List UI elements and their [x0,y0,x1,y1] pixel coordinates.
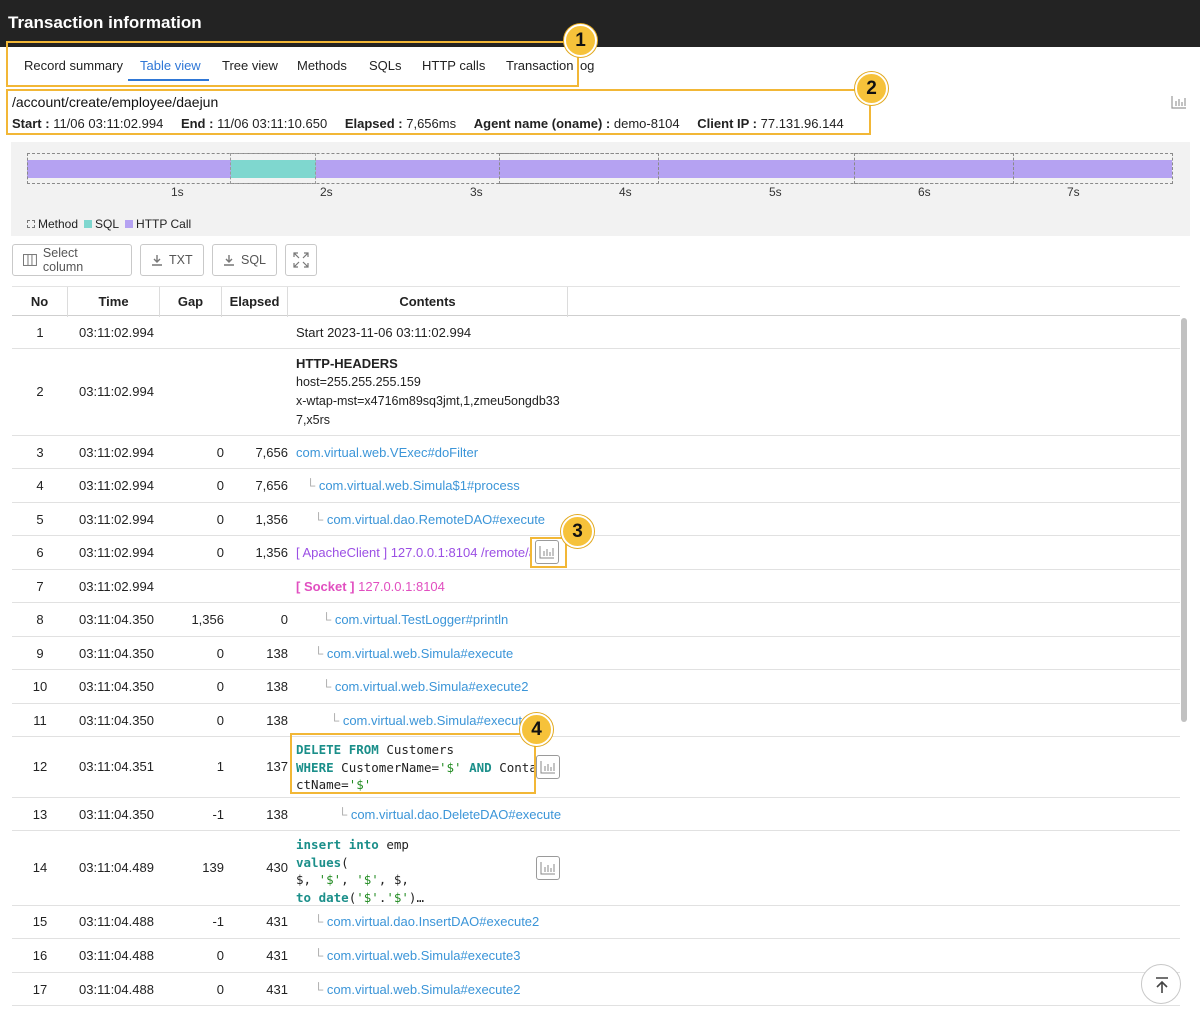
expand-icon [293,252,309,268]
expand-button[interactable] [285,244,317,276]
chart-icon [540,862,555,875]
window-title: Transaction information [8,13,202,32]
tab-transaction-log[interactable]: Transaction log [506,58,594,73]
table-row[interactable]: 17 03:11:04.488 0 431 └ com.virtual.web.… [12,973,1180,1006]
method-link: com.virtual.web.Simula#execute3 [342,713,537,728]
tab-sqls[interactable]: SQLs [369,58,402,73]
table-row[interactable]: 11 03:11:04.350 0 138 └ com.virtual.web.… [12,704,1180,737]
tab-methods[interactable]: Methods [297,58,347,73]
col-no[interactable]: No [12,287,68,317]
arrow-up-icon [1156,977,1168,993]
timeline-tick: 4s [619,185,632,199]
method-span[interactable] [499,153,659,184]
method-link: com.virtual.dao.DeleteDAO#execute [350,807,562,822]
timeline-panel: 1s 2s 3s 4s 5s 6s 7s Method SQL HTTP Cal… [11,142,1190,236]
vertical-scrollbar[interactable] [1181,318,1187,722]
table-row[interactable]: 5 03:11:02.994 0 1,356 └ com.virtual.dao… [12,503,1180,536]
method-link: com.virtual.web.Simula#execute2 [334,679,529,694]
method-link: com.virtual.web.Simula$1#process [318,478,520,493]
client-ip-label: Client IP : [697,116,757,131]
transaction-path: /account/create/employee/daejun [12,94,219,110]
timeline-tick: 1s [171,185,184,199]
timeline-legend: Method SQL HTTP Call [27,217,191,231]
table-row[interactable]: 10 03:11:04.350 0 138 └ com.virtual.web.… [12,670,1180,704]
download-txt-button[interactable]: TXT [140,244,204,276]
tab-tree-view[interactable]: Tree view [222,58,278,73]
table-row[interactable]: 4 03:11:02.994 0 7,656 └ com.virtual.web… [12,469,1180,503]
timeline-tick: 3s [470,185,483,199]
callout-badge: 3 [561,515,594,548]
method-link: com.virtual.TestLogger#println [334,612,509,627]
end-value: 11/06 03:11:10.650 [217,116,328,131]
chart-icon [539,546,554,559]
method-span[interactable] [854,153,1014,184]
table-row[interactable]: 1 03:11:02.994 Start 2023-11-06 03:11:02… [12,316,1180,349]
method-link: com.virtual.web.Simula#execute3 [326,948,521,963]
tab-bar: Record summary Table view Tree view Meth… [0,47,1200,85]
transaction-summary: Start : 11/06 03:11:02.994 End : 11/06 0… [12,116,844,131]
method-link: com.virtual.web.Simula#execute2 [326,982,521,997]
timeline-tick: 5s [769,185,782,199]
col-time[interactable]: Time [68,287,160,317]
row-chart-button[interactable] [536,755,560,779]
method-link: com.virtual.dao.InsertDAO#execute2 [326,914,540,929]
method-link[interactable]: com.virtual.web.VExec#doFilter [296,445,586,460]
table-row[interactable]: 6 03:11:02.994 0 1,356 [ ApacheClient ] … [12,536,1180,570]
col-elapsed[interactable]: Elapsed [222,287,288,317]
timeline-tick: 7s [1067,185,1080,199]
table-row[interactable]: 13 03:11:04.350 -1 138 └ com.virtual.dao… [12,798,1180,831]
download-icon [223,255,234,266]
table-row[interactable]: 7 03:11:02.994 [ Socket ] 127.0.0.1:8104 [12,570,1180,603]
agent-value: demo-8104 [613,116,680,131]
col-gap[interactable]: Gap [160,287,222,317]
callout-badge: 2 [855,72,888,105]
end-label: End : [180,116,214,131]
columns-icon [23,254,37,266]
chart-icon [540,761,555,774]
start-value: 11/06 03:11:02.994 [53,116,164,131]
sql-statement[interactable]: insert into emp values( $, '$', '$', $, … [296,836,536,906]
agent-label: Agent name (oname) : [473,116,611,131]
table-row[interactable]: 3 03:11:02.994 0 7,656 com.virtual.web.V… [12,436,1180,469]
table-row[interactable]: 16 03:11:04.488 0 431 └ com.virtual.web.… [12,939,1180,973]
select-column-button[interactable]: Select column [12,244,132,276]
callout-badge: 1 [564,24,597,57]
socket-entry[interactable]: [ Socket ] 127.0.0.1:8104 [296,579,586,594]
tab-record-summary[interactable]: Record summary [24,58,123,73]
chart-icon[interactable] [1171,95,1187,109]
callout-badge: 4 [520,713,553,746]
row-chart-button[interactable] [536,856,560,880]
legend-method: Method [27,217,78,231]
table-row[interactable]: 15 03:11:04.488 -1 431 └ com.virtual.dao… [12,906,1180,939]
legend-http: HTTP Call [125,217,191,231]
elapsed-value: 7,656ms [406,116,457,131]
download-icon [152,255,162,266]
title-bar: Transaction information [0,0,1200,47]
method-link: com.virtual.dao.RemoteDAO#execute [326,512,546,527]
table-row[interactable]: 14 03:11:04.489 139 430 insert into emp … [12,831,1180,906]
method-span[interactable] [230,153,316,184]
tab-http-calls[interactable]: HTTP calls [422,58,485,73]
legend-sql: SQL [84,217,119,231]
start-label: Start : [12,116,50,131]
col-contents[interactable]: Contents [288,287,568,317]
timeline-tick: 6s [918,185,931,199]
scroll-to-top-button[interactable] [1141,964,1181,1004]
timeline-tick: 2s [320,185,333,199]
table-row[interactable]: 8 03:11:04.350 1,356 0 └ com.virtual.Tes… [12,603,1180,637]
download-sql-button[interactable]: SQL [212,244,277,276]
table-row[interactable]: 2 03:11:02.994 HTTP-HEADERS host=255.255… [12,349,1180,436]
table-row[interactable]: 9 03:11:04.350 0 138 └ com.virtual.web.S… [12,637,1180,670]
elapsed-label: Elapsed : [344,116,403,131]
tab-table-view[interactable]: Table view [140,58,201,73]
http-call-link[interactable]: [ ApacheClient ] 127.0.0.1:8104 /remote/… [296,545,532,560]
client-ip-value: 77.131.96.144 [760,116,844,131]
active-tab-indicator [128,79,209,81]
sql-statement[interactable]: DELETE FROM Customers WHERE CustomerName… [296,741,536,794]
row-chart-button[interactable] [535,540,559,564]
method-link: com.virtual.web.Simula#execute [326,646,514,661]
table-header: No Time Gap Elapsed Contents [12,286,1180,317]
table-row[interactable]: 12 03:11:04.351 1 137 DELETE FROM Custom… [12,737,1180,798]
